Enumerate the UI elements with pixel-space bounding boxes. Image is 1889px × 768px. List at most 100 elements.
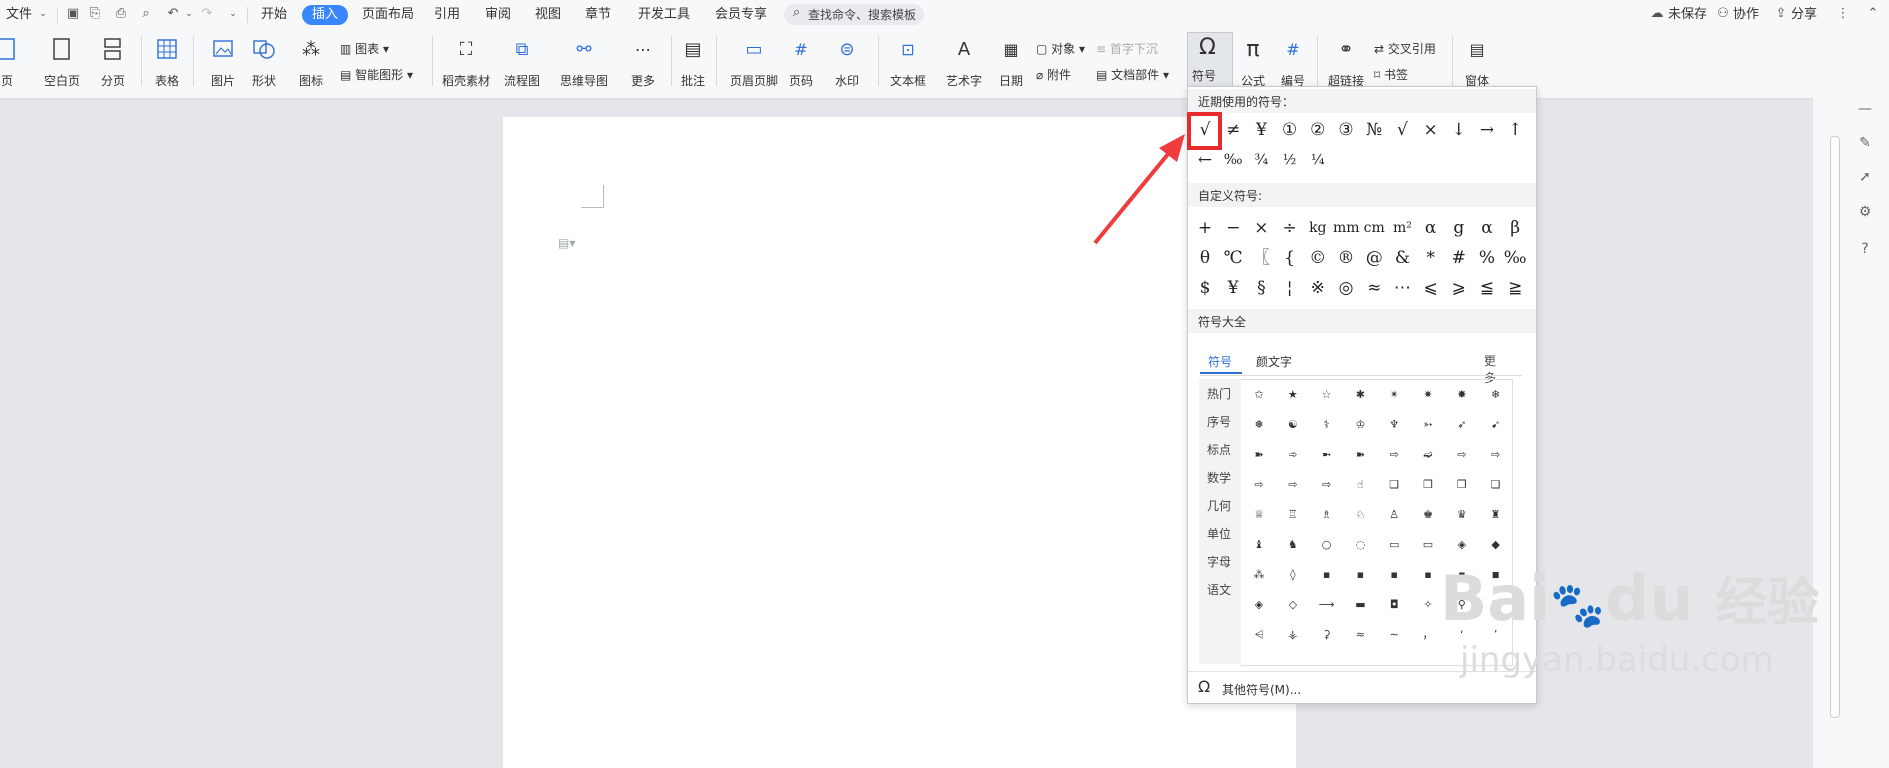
category-geometry[interactable]: 几何 [1207,497,1231,514]
custom-symbol[interactable]: × [1248,215,1274,241]
custom-symbol[interactable]: ≦ [1474,275,1500,301]
symbol-cell[interactable]: ◇ [1283,595,1303,615]
custom-symbol[interactable]: © [1305,245,1331,271]
symbol-cell[interactable]: ➾ [1283,445,1303,465]
textbox-button[interactable]: ⊡ 文本框 [890,36,926,89]
custom-symbol[interactable]: cm [1361,215,1387,241]
custom-symbol[interactable]: ≈ [1361,275,1387,301]
tab-insert[interactable]: 插入 [302,5,349,25]
table-button[interactable]: 表格 [150,36,184,88]
custom-symbol[interactable]: − [1220,215,1246,241]
dropcap-button[interactable]: ≡ 首字下沉 [1096,40,1158,57]
symbol-cell[interactable]: ◆ [1486,535,1506,555]
custom-symbol[interactable]: mm [1333,215,1360,241]
symbol-cell[interactable]: ▭ [1384,535,1404,555]
object-button[interactable]: ▢ 对象 ▾ [1036,40,1085,57]
symbol-cell[interactable]: ❄ [1486,385,1506,405]
custom-symbol[interactable]: ≧ [1502,275,1528,301]
undo-icon[interactable]: ↶ [166,7,180,21]
recent-symbol[interactable]: ½ [1277,147,1303,173]
symbol-cell[interactable]: ∼ [1384,625,1404,645]
custom-symbol[interactable]: ⋯ [1389,275,1415,301]
minus-icon[interactable]: — [1856,100,1874,118]
recent-symbol[interactable]: → [1474,117,1500,143]
symbol-cell[interactable]: ♆ [1384,415,1404,435]
symbol-cell[interactable]: ⇨ [1384,445,1404,465]
search-box[interactable]: ⌕ 查找命令、搜索模板 [784,4,924,25]
symbol-cell[interactable]: ◈ [1452,535,1472,555]
flowchart-button[interactable]: ⧉ 流程图 [504,36,540,89]
category-units[interactable]: 单位 [1207,525,1231,542]
symbol-cell[interactable]: ✷ [1418,385,1438,405]
symbol-cell[interactable]: ♕ [1249,505,1269,525]
symbol-cell[interactable]: ♘ [1350,505,1370,525]
symbol-cell[interactable]: ⇨ [1249,475,1269,495]
symbol-cell[interactable]: ⇨ [1486,445,1506,465]
recent-symbol[interactable]: ≠ [1220,117,1246,143]
symbol-cell[interactable]: ➽ [1249,445,1269,465]
print-icon[interactable]: ⎙ [114,7,128,21]
symbol-cell[interactable]: ○ [1317,535,1337,555]
date-button[interactable]: ▦ 日期 [996,36,1026,89]
wordart-button[interactable]: A 艺术字 [946,36,982,89]
collapse-icon[interactable]: ⌃ [1866,7,1880,21]
attachment-button[interactable]: ⌀ 附件 [1036,66,1071,83]
symbol-cell[interactable]: ◘ [1384,595,1404,615]
cover-page-button[interactable]: 页 [0,36,22,88]
symbol-cell[interactable]: ➹ [1486,415,1506,435]
custom-symbol[interactable]: ‰ [1502,245,1528,271]
paragraph-icon[interactable]: ▤▾ [558,236,575,250]
custom-symbol[interactable]: α [1418,215,1444,241]
tab-developer[interactable]: 开发工具 [638,6,690,24]
tab-emoticons[interactable]: 颜文字 [1256,353,1292,370]
symbol-cell[interactable]: ⇨ [1452,445,1472,465]
symbol-cell[interactable]: ♚ [1418,505,1438,525]
symbol-cell[interactable]: ☆ [1317,385,1337,405]
chevron-down-icon[interactable]: ⌄ [36,7,50,21]
symbol-cell[interactable]: ， [1418,625,1438,645]
symbol-cell[interactable]: ➫ [1418,445,1438,465]
symbol-cell[interactable]: ◌ [1350,535,1370,555]
recent-symbol[interactable]: √ [1389,117,1415,143]
symbol-cell[interactable]: ♞ [1283,535,1303,555]
symbol-cell[interactable]: ✱ [1350,385,1370,405]
recent-symbol[interactable]: ¾ [1248,147,1274,173]
symbol-cell[interactable]: ⚳ [1317,625,1337,645]
symbol-cell[interactable]: ▭ [1418,535,1438,555]
recent-symbol[interactable]: ③ [1333,117,1359,143]
custom-symbol[interactable]: & [1389,245,1415,271]
tab-view[interactable]: 视图 [535,6,561,24]
symbol-cell[interactable]: ◈ [1249,595,1269,615]
category-hot[interactable]: 热门 [1207,385,1231,402]
custom-symbol[interactable]: @ [1361,245,1387,271]
category-math[interactable]: 数学 [1207,469,1231,486]
tab-review[interactable]: 审阅 [485,6,511,24]
cross-ref-button[interactable]: ⇄ 交叉引用 [1374,40,1436,57]
docer-material-button[interactable]: ⛶ 稻壳素材 [442,36,490,89]
symbol-cell[interactable]: ✸ [1452,385,1472,405]
formula-button[interactable]: π 公式 [1236,36,1270,89]
symbol-cell[interactable]: ◊ [1283,565,1303,585]
recent-symbol[interactable]: ← [1192,147,1218,173]
symbol-cell[interactable]: ❐ [1452,475,1472,495]
symbol-cell[interactable]: ▪ [1418,565,1438,585]
recent-symbol[interactable]: ¥ [1248,117,1274,143]
symbol-cell[interactable]: ♝ [1249,535,1269,555]
custom-symbol[interactable]: kg [1305,215,1331,241]
icon-button[interactable]: ⁂ 图标 [294,36,328,89]
symbol-cell[interactable]: ⟶ [1317,595,1337,615]
form-button[interactable]: ▤ 窗体 [1460,36,1494,89]
symbol-cell[interactable]: ⚕ [1317,415,1337,435]
category-letters[interactable]: 字母 [1207,553,1231,570]
numbering-button[interactable]: # 编号 [1276,36,1310,89]
unsaved-status[interactable]: 未保存 [1668,6,1707,24]
symbol-cell[interactable]: ⩤ [1249,625,1269,645]
header-footer-button[interactable]: ▭ 页眉页脚 [730,36,778,89]
doc-parts-button[interactable]: ▤ 文档部件 ▾ [1096,66,1169,83]
search-input[interactable]: 查找命令、搜索模板 [808,6,916,23]
tab-symbols[interactable]: 符号 [1208,353,1232,370]
recent-symbol[interactable]: × [1418,117,1444,143]
symbol-cell[interactable]: ➼ [1317,445,1337,465]
edit-icon[interactable]: ✎ [1856,134,1874,152]
mindmap-button[interactable]: ⚯ 思维导图 [560,36,608,89]
